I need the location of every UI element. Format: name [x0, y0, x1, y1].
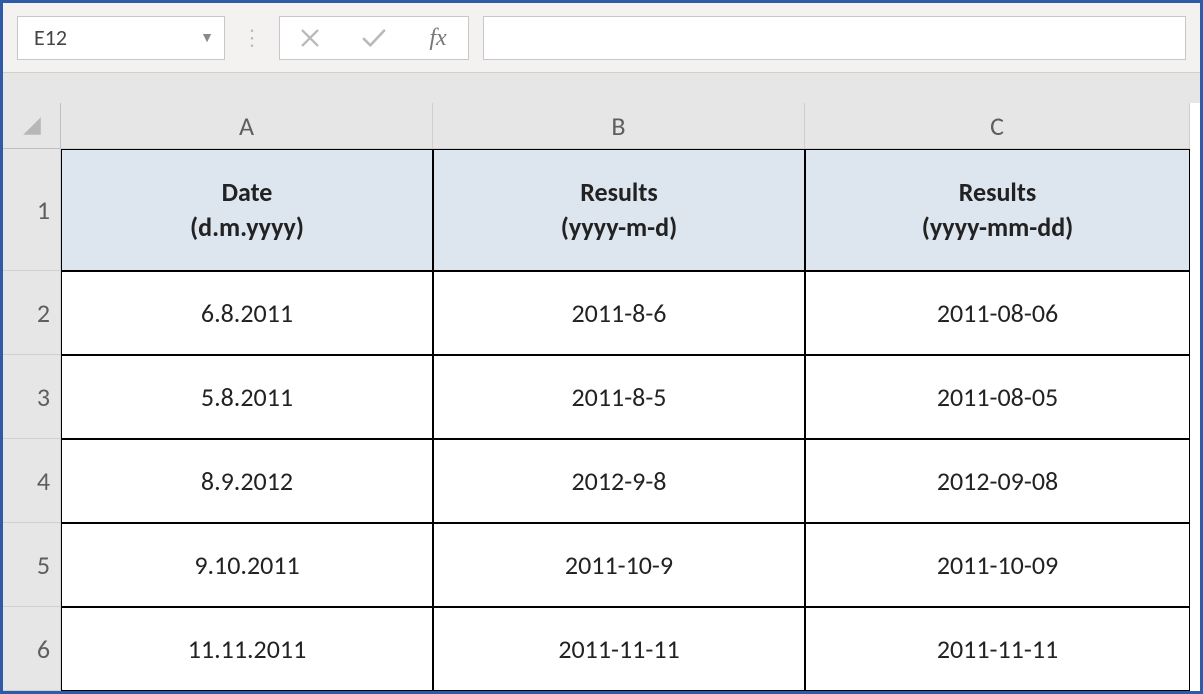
row-header-2[interactable]: 2	[3, 271, 61, 355]
formula-input[interactable]	[483, 16, 1186, 60]
row-header-4[interactable]: 4	[3, 439, 61, 523]
cancel-icon[interactable]	[296, 24, 324, 52]
formula-bar-buttons: fx	[279, 16, 469, 60]
row-header-1[interactable]: 1	[3, 149, 61, 271]
cell-C4[interactable]: 2012-09-08	[805, 439, 1190, 523]
row-header-3[interactable]: 3	[3, 355, 61, 439]
cell-A1[interactable]: Date (d.m.yyyy)	[61, 149, 433, 271]
chevron-down-icon[interactable]: ▼	[200, 29, 214, 46]
cell-C2[interactable]: 2011-08-06	[805, 271, 1190, 355]
cell-C5[interactable]: 2011-10-09	[805, 523, 1190, 607]
spacer	[3, 73, 1200, 103]
divider-icon: ⋮	[239, 24, 265, 51]
cell-C3[interactable]: 2011-08-05	[805, 355, 1190, 439]
column-header-C[interactable]: C	[805, 103, 1190, 149]
cell-B1[interactable]: Results (yyyy-m-d)	[433, 149, 805, 271]
cell-B3[interactable]: 2011-8-5	[433, 355, 805, 439]
cell-C1[interactable]: Results (yyyy-mm-dd)	[805, 149, 1190, 271]
row-header-5[interactable]: 5	[3, 523, 61, 607]
cell-B5[interactable]: 2011-10-9	[433, 523, 805, 607]
row-header-6[interactable]: 6	[3, 607, 61, 691]
cell-B6[interactable]: 2011-11-11	[433, 607, 805, 691]
spreadsheet-grid: A B C 1 Date (d.m.yyyy) Results (yyyy-m-…	[3, 103, 1200, 691]
select-all-corner[interactable]	[3, 103, 61, 149]
column-header-B[interactable]: B	[433, 103, 805, 149]
cell-C6[interactable]: 2011-11-11	[805, 607, 1190, 691]
cell-A6[interactable]: 11.11.2011	[61, 607, 433, 691]
cell-A2[interactable]: 6.8.2011	[61, 271, 433, 355]
cell-A5[interactable]: 9.10.2011	[61, 523, 433, 607]
column-header-A[interactable]: A	[61, 103, 433, 149]
name-box[interactable]: E12 ▼	[17, 16, 225, 60]
cell-B4[interactable]: 2012-9-8	[433, 439, 805, 523]
cell-B2[interactable]: 2011-8-6	[433, 271, 805, 355]
enter-icon[interactable]	[360, 24, 388, 52]
insert-function-icon[interactable]: fx	[424, 24, 452, 52]
cell-A3[interactable]: 5.8.2011	[61, 355, 433, 439]
cell-reference: E12	[34, 24, 67, 51]
cell-A4[interactable]: 8.9.2012	[61, 439, 433, 523]
formula-bar: E12 ▼ ⋮ fx	[3, 3, 1200, 73]
